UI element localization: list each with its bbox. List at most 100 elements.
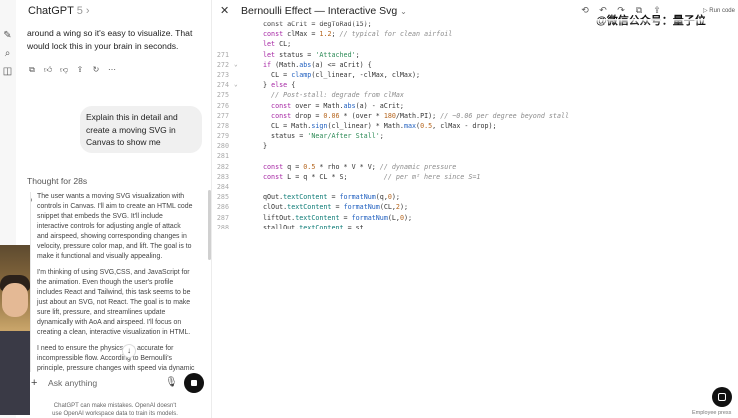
ask-input[interactable] <box>48 378 158 388</box>
code-text: let CL; <box>263 40 292 49</box>
code-line: 282 const q = 0.5 * rho * V * V; // dynam… <box>212 162 738 172</box>
code-line: 286 clOut.textContent = formatNum(CL,2); <box>212 202 738 212</box>
code-text: let status = 'Attached'; <box>263 50 360 59</box>
code-line: 280} <box>212 141 738 151</box>
reasoning-line: The user wants a moving SVG visualizatio… <box>37 193 185 200</box>
reasoning-line: creating a clean, interactive visualizat… <box>37 329 191 336</box>
reasoning-line: sure lift, pressure, and streamlines upd… <box>37 309 166 316</box>
code-text: qOut.textContent = formatNum(q,0); <box>263 193 400 202</box>
code-line: 278 CL = Math.sign(cl_linear) * Math.max… <box>212 121 738 131</box>
webcam-overlay <box>0 245 30 415</box>
code-text: CL = Math.sign(cl_linear) * Math.max(0.5… <box>263 121 497 130</box>
arrow-down-icon: ↓ <box>127 346 131 355</box>
model-version: 5 <box>76 5 83 17</box>
document-title[interactable]: Bernoulli Effect — Interactive Svg ⌄ <box>241 5 407 17</box>
code-text: clOut.textContent = formatNum(CL,2); <box>263 203 409 212</box>
history-icon[interactable]: ⟲ <box>580 5 590 17</box>
thumbs-down-icon[interactable]: 👎︎ <box>59 65 69 75</box>
code-line: 271 let status = 'Attached'; <box>212 50 738 60</box>
bullet-icon <box>31 198 32 202</box>
reasoning-line: controls in Canvas. I'll aim to create a… <box>37 203 193 210</box>
code-text: const L = q * CL * S; // per m² here sin… <box>263 172 481 181</box>
canvas-action-button[interactable] <box>712 387 732 407</box>
line-number: 277 <box>216 111 229 120</box>
line-number: 283 <box>216 172 229 181</box>
model-selector[interactable]: ChatGPT 5 › <box>28 5 90 17</box>
stop-button[interactable] <box>184 373 204 393</box>
code-fade <box>212 19 738 24</box>
code-line: 284 <box>212 182 738 192</box>
code-line: const clMax = 1.2; // typical for clean … <box>212 29 738 39</box>
canvas-panel: ✕ Bernoulli Effect — Interactive Svg ⌄ ⟲… <box>212 0 738 418</box>
reasoning-block: The user wants a moving SVG visualizatio… <box>30 192 210 372</box>
code-line: 287 liftOut.textContent = formatNum(L,0); <box>212 213 738 223</box>
plus-icon[interactable]: + <box>31 377 37 389</box>
reasoning-line: includes React and Tailwind, this task s… <box>37 289 191 296</box>
reasoning-line: interactive controls for adjusting angle… <box>37 223 181 230</box>
line-number: 273 <box>216 70 229 79</box>
line-number: 280 <box>216 142 229 151</box>
user-line: Canvas to show me <box>86 137 161 147</box>
code-line: 283 const L = q * CL * S; // per m² here … <box>212 172 738 182</box>
fold-chevron-icon[interactable]: ⌄ <box>234 80 238 90</box>
line-number: 276 <box>216 101 229 110</box>
user-line: Explain this in detail and <box>86 112 178 122</box>
scroll-down-button[interactable]: ↓ <box>122 344 136 358</box>
fold-chevron-icon[interactable]: ⌄ <box>234 60 238 70</box>
code-text: const q = 0.5 * rho * V * V; // dynamic … <box>263 162 457 171</box>
code-text: status = 'Near/After Stall'; <box>263 132 384 141</box>
code-text: const drop = 0.06 * (over * 180/Math.PI)… <box>263 111 570 120</box>
line-number: 272 <box>216 60 229 69</box>
line-number: 274 <box>216 81 229 90</box>
presenter-shirt <box>0 331 30 415</box>
stop-icon <box>191 380 197 386</box>
reasoning-line: dynamically with AoA and airspeed. I'll … <box>37 319 182 326</box>
code-text: stallOut.textContent = st <box>263 223 364 229</box>
search-icon[interactable]: ⌕ <box>2 48 13 59</box>
microphone-icon[interactable]: 🎙︎ <box>165 377 178 389</box>
reasoning-line: principle, pressure changes with speed v… <box>37 365 195 372</box>
code-editor[interactable]: const aCrit = degToRad(15); const clMax =… <box>212 19 738 229</box>
library-icon[interactable]: ◫ <box>2 66 13 77</box>
reasoning-line: make it functional and visually appealin… <box>37 253 163 260</box>
code-text: CL = clamp(cl_linear, -clMax, clMax); <box>263 70 421 79</box>
document-title-text: Bernoulli Effect — Interactive Svg <box>241 5 398 17</box>
composer: + 🎙︎ <box>22 372 207 396</box>
user-line: create a moving SVG in <box>86 124 176 135</box>
code-line: 273 CL = clamp(cl_linear, -clMax, clMax)… <box>212 70 738 80</box>
thought-toggle[interactable]: Thought for 28s <box>27 176 87 186</box>
line-number: 275 <box>216 91 229 100</box>
reasoning-paragraph: I'm thinking of using SVG,CSS, and JavaS… <box>37 268 210 338</box>
employee-label: Employee press <box>692 410 732 416</box>
user-message: Explain this in detail and create a movi… <box>80 106 202 153</box>
copy-icon[interactable]: ⧉ <box>27 65 37 75</box>
assistant-message: around a wing so it's easy to visualize.… <box>27 27 207 53</box>
code-line: let CL; <box>212 39 738 49</box>
line-number: 271 <box>216 50 229 59</box>
code-line: 281 <box>212 151 738 161</box>
reasoning-line: and airspeed, showing corresponding chan… <box>37 233 187 240</box>
thumbs-up-icon[interactable]: 👍︎ <box>43 65 53 75</box>
code-text: } else { <box>263 81 296 90</box>
reasoning-line: I'm thinking of using SVG,CSS, and JavaS… <box>37 269 190 276</box>
code-line: 288 stallOut.textContent = st <box>212 223 738 229</box>
share-icon[interactable]: ⇪ <box>75 65 85 75</box>
line-number: 288 <box>216 223 229 229</box>
assistant-line: would lock this in your brain in seconds… <box>27 41 179 51</box>
disclaimer-line: ChatGPT can make mistakes. OpenAI doesn'… <box>53 403 177 409</box>
run-code-button[interactable]: ▷ Run code <box>703 7 735 14</box>
line-number: 278 <box>216 121 229 130</box>
line-number: 284 <box>216 183 229 191</box>
regenerate-icon[interactable]: ↻ <box>91 65 101 75</box>
close-icon[interactable]: ✕ <box>220 5 229 17</box>
message-actions: ⧉ 👍︎ 👎︎ ⇪ ↻ ⋯ <box>27 65 117 77</box>
code-text: liftOut.textContent = formatNum(L,0); <box>263 213 413 222</box>
code-text: } <box>263 142 268 151</box>
more-icon[interactable]: ⋯ <box>107 65 117 75</box>
line-number: 285 <box>216 193 229 202</box>
reasoning-line: the animation. Even though the user's pr… <box>37 279 174 286</box>
code-line: 275 // Post-stall: degrade from clMax <box>212 90 738 100</box>
chevron-down-icon: ⌄ <box>400 7 407 16</box>
edit-icon[interactable]: ✎ <box>2 30 13 41</box>
reasoning-line: just about an SVG, not React. The goal i… <box>37 299 191 306</box>
